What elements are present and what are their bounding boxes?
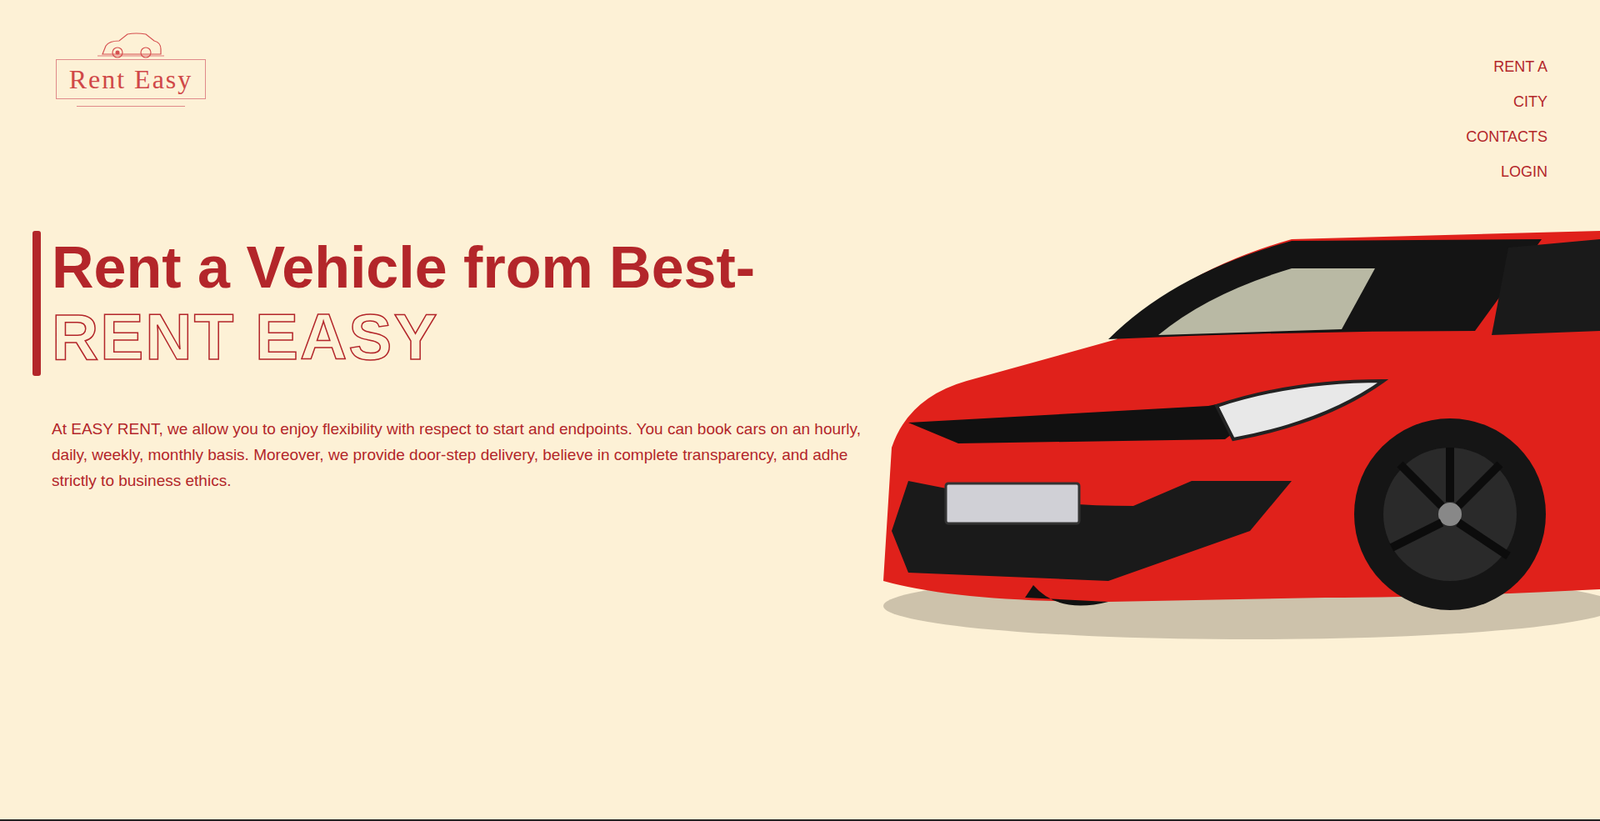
header: Rent Easy RENT A CITY CONTACTS LOGIN	[0, 0, 1600, 181]
logo-text: Rent Easy	[69, 63, 194, 95]
logo-box: Rent Easy	[55, 59, 206, 100]
hero-text: Rent a Vehicle from Best-RENT EASY At EAS…	[0, 230, 859, 494]
nav: RENT A CITY CONTACTS LOGIN	[1465, 30, 1548, 181]
hero-title: Rent a Vehicle from Best-	[51, 234, 755, 302]
nav-link[interactable]: LOGIN	[1500, 162, 1548, 181]
paragraph-line: At EASY RENT, we allow you to enjoy flex…	[51, 415, 859, 442]
paragraph-line: strictly to business ethics.	[51, 467, 859, 494]
heading-bar	[32, 230, 41, 376]
hero-subtitle: RENT EASY	[51, 301, 755, 374]
paragraph-line: daily, weekly, monthly basis. Moreover, …	[51, 441, 859, 468]
logo-underline	[76, 105, 185, 107]
bottom-line	[0, 819, 1600, 821]
nav-link[interactable]: CITY	[1513, 92, 1548, 111]
hero: Rent a Vehicle from Best-RENT EASY At EAS…	[0, 230, 1600, 648]
logo[interactable]: Rent Easy	[55, 30, 206, 107]
car-picture	[858, 230, 1600, 648]
hero-paragraph: At EASY RENT, we allow you to enjoy flex…	[51, 415, 859, 494]
nav-link[interactable]: RENT A	[1493, 57, 1548, 76]
car-logo-icon	[97, 30, 165, 61]
nav-link[interactable]: CONTACTS	[1465, 127, 1548, 146]
page: Rent Easy RENT A CITY CONTACTS LOGIN Rent a V…	[0, 0, 1600, 821]
hero-heading: Rent a Vehicle from Best-RENT EASY	[32, 230, 859, 376]
